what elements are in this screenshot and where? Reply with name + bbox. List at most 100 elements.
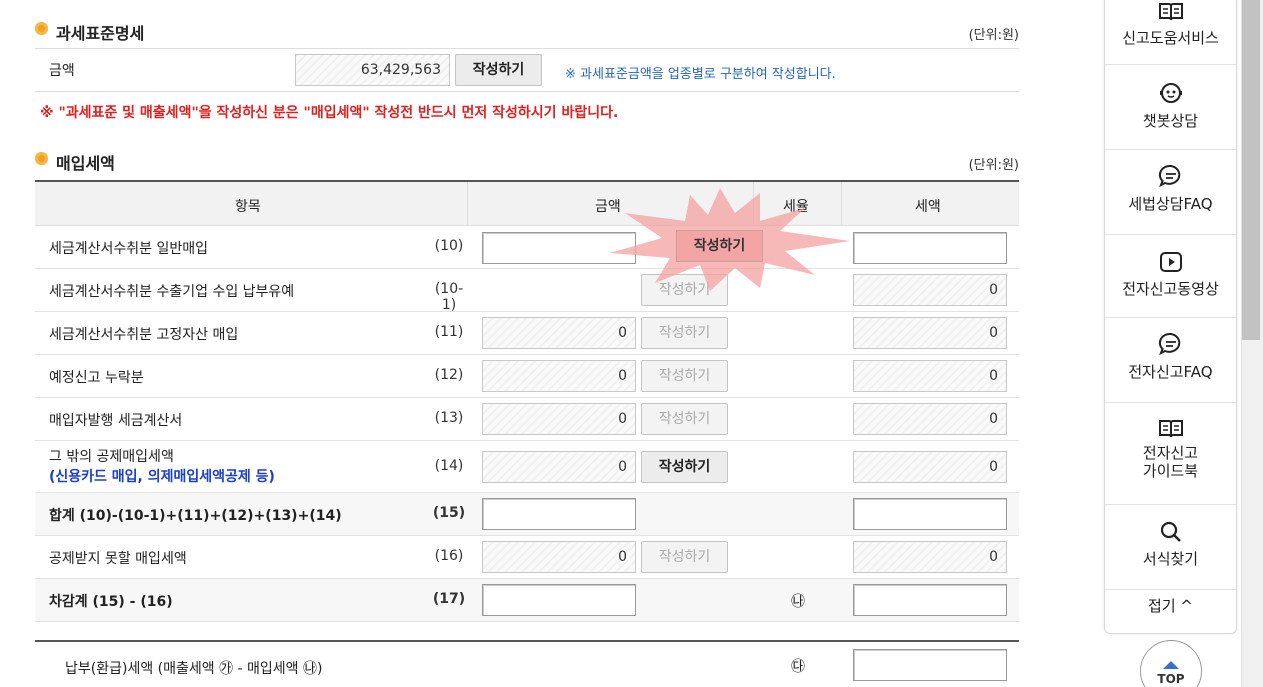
sidebar-item-chatbot[interactable]: 챗봇상담 xyxy=(1105,66,1236,150)
tax-input[interactable] xyxy=(853,498,1007,530)
sidebar-item-form-search[interactable]: 서식찾기 xyxy=(1105,506,1236,590)
table-row: 합계 (10)-(10-1)+(11)+(12)+(13)+(14) (15) xyxy=(35,493,1019,536)
write-button[interactable]: 작성하기 xyxy=(641,360,728,392)
sidebar-item-label: 가이드북 xyxy=(1142,462,1199,480)
row-label-sub: (신용카드 매입, 의제매입세액공제 등) xyxy=(49,469,275,485)
row-number: (16) xyxy=(434,548,464,564)
write-button[interactable]: 작성하기 xyxy=(641,541,728,573)
sidebar-fold-button[interactable]: 접기 ^ xyxy=(1105,595,1236,616)
row-label: 차감계 (15) - (16) xyxy=(49,594,173,610)
table-row: 세금계산서수취분 고정자산 매입 (11) 0 작성하기 0 xyxy=(35,312,1019,355)
tax-field: 0 xyxy=(853,541,1007,573)
sidebar-item-label: 세법상담FAQ xyxy=(1128,195,1213,213)
header-item: 항목 xyxy=(235,199,261,215)
tax-field: 0 xyxy=(853,317,1007,349)
search-icon xyxy=(1160,521,1181,542)
header-tax: 세액 xyxy=(915,199,941,215)
amount-field: 0 xyxy=(482,403,636,435)
amount-field: 0 xyxy=(482,360,636,392)
sidebar-item-label: 서식찾기 xyxy=(1142,550,1199,568)
right-sidebar: 신고도움서비스 챗봇상담 세법상담FAQ 전자신고동영상 전자신고FAQ 전자신… xyxy=(1104,0,1237,634)
top-label: TOP xyxy=(1157,672,1185,686)
arrow-up-icon xyxy=(1163,661,1179,669)
payable-label: 납부(환급)세액 (매출세액 ㉮ - 매입세액 ㉯) xyxy=(65,661,323,677)
sidebar-item-label: 전자신고FAQ xyxy=(1128,363,1213,381)
amount-field: 0 xyxy=(482,317,636,349)
row-label: 세금계산서수취분 고정자산 매입 xyxy=(49,327,239,343)
row-number: (17) xyxy=(432,591,466,607)
tax-field: 0 xyxy=(853,403,1007,435)
rate-mark: ㉯ xyxy=(791,594,805,610)
tax-input[interactable] xyxy=(853,584,1007,616)
amount-field: 0 xyxy=(482,451,636,483)
tax-field: 0 xyxy=(853,274,1007,306)
row-number: (13) xyxy=(434,410,464,426)
sidebar-item-efiling-guide[interactable]: 전자신고 가이드북 xyxy=(1105,404,1236,505)
write-button[interactable]: 작성하기 xyxy=(641,451,728,483)
row-label: 합계 (10)-(10-1)+(11)+(12)+(13)+(14) xyxy=(49,508,342,524)
table-row: 공제받지 못할 매입세액 (16) 0 작성하기 0 xyxy=(35,536,1019,579)
sidebar-item-efiling-video[interactable]: 전자신고동영상 xyxy=(1105,236,1236,318)
table-row: 세금계산서수취분 수출기업 수입 납부유예 (10-1) 작성하기 0 xyxy=(35,269,1019,313)
purchase-tax-title-text: 매입세액 xyxy=(56,154,115,173)
row-label: 세금계산서수취분 일반매입 xyxy=(49,241,209,257)
sidebar-item-filing-help[interactable]: 신고도움서비스 xyxy=(1105,0,1236,65)
table-row: 그 밖의 공제매입세액 (신용카드 매입, 의제매입세액공제 등) (14) 0… xyxy=(35,441,1019,493)
tax-base-amount-label: 금액 xyxy=(49,63,75,79)
book-icon xyxy=(1158,3,1183,21)
row-number: (15) xyxy=(432,505,466,521)
sidebar-item-label: 전자신고 xyxy=(1142,444,1199,462)
tax-field: 0 xyxy=(853,360,1007,392)
chatbot-icon xyxy=(1159,83,1182,103)
write-button-highlighted[interactable]: 작성하기 xyxy=(676,230,763,262)
sidebar-item-label: 신고도움서비스 xyxy=(1122,29,1219,47)
sidebar-item-label: 전자신고동영상 xyxy=(1122,280,1219,298)
write-button[interactable]: 작성하기 xyxy=(641,317,728,349)
scroll-top-button[interactable]: TOP xyxy=(1140,640,1202,687)
table-row: 예정신고 누락분 (12) 0 작성하기 0 xyxy=(35,355,1019,398)
sidebar-item-efiling-faq[interactable]: 전자신고FAQ xyxy=(1105,319,1236,403)
tax-base-unit: (단위:원) xyxy=(968,28,1019,43)
row-number: (10) xyxy=(434,238,464,254)
row-number: (14) xyxy=(434,458,464,474)
tax-input[interactable] xyxy=(853,232,1007,264)
amount-input[interactable] xyxy=(482,584,636,616)
sidebar-item-label: 챗봇상담 xyxy=(1142,112,1199,130)
chat-bubble-icon xyxy=(1158,164,1180,188)
amount-input[interactable] xyxy=(482,498,636,530)
table-row: 차감계 (15) - (16) (17) ㉯ xyxy=(35,579,1019,622)
scrollbar-thumb[interactable] xyxy=(1242,0,1260,340)
payable-input[interactable] xyxy=(853,649,1007,681)
payable-row: 납부(환급)세액 (매출세액 ㉮ - 매입세액 ㉯) ㉰ xyxy=(35,640,1019,687)
amount-field: 0 xyxy=(482,541,636,573)
row-label: 그 밖의 공제매입세액 (신용카드 매입, 의제매입세액공제 등) xyxy=(49,447,275,487)
tax-base-note: ※ 과세표준금액을 업종별로 구분하여 작성합니다. xyxy=(565,67,836,82)
payable-mark: ㉰ xyxy=(791,659,805,675)
purchase-tax-unit: (단위:원) xyxy=(968,158,1019,173)
row-label: 예정신고 누락분 xyxy=(49,370,144,386)
purchase-tax-table: 항목 금액 세율 세액 세금계산서수취분 일반매입 (10) 세금계산서수취분 … xyxy=(35,180,1019,622)
tax-base-write-button[interactable]: 작성하기 xyxy=(455,54,542,86)
divider xyxy=(467,182,468,225)
sidebar-item-tax-faq[interactable]: 세법상담FAQ xyxy=(1105,151,1236,235)
tax-base-title: 과세표준명세 xyxy=(35,20,144,44)
section-bullet-icon xyxy=(35,21,48,35)
row-label: 세금계산서수취분 수출기업 수입 납부유예 xyxy=(49,284,295,300)
table-row: 매입자발행 세금계산서 (13) 0 작성하기 0 xyxy=(35,398,1019,441)
row-number: (12) xyxy=(434,367,464,383)
row-label: 공제받지 못할 매입세액 xyxy=(49,551,187,567)
chat-bubble-icon xyxy=(1158,332,1180,356)
row-number: (11) xyxy=(434,324,464,340)
row-label: 매입자발행 세금계산서 xyxy=(49,413,183,429)
tax-base-amount-field[interactable]: 63,429,563 xyxy=(295,54,450,86)
tax-field: 0 xyxy=(853,451,1007,483)
write-button[interactable]: 작성하기 xyxy=(641,403,728,435)
purchase-tax-title: 매입세액 xyxy=(35,150,115,174)
table-header: 항목 금액 세율 세액 xyxy=(35,182,1019,226)
tax-base-title-text: 과세표준명세 xyxy=(56,24,145,43)
warning-text: ※ "과세표준 및 매출세액"을 작성하신 분은 "매입세액" 작성전 반드시 … xyxy=(40,105,619,121)
row-number: (10-1) xyxy=(434,281,464,313)
table-row: 세금계산서수취분 일반매입 (10) xyxy=(35,226,1019,269)
row-label-main: 그 밖의 공제매입세액 xyxy=(49,449,174,465)
section-bullet-icon xyxy=(35,151,48,165)
